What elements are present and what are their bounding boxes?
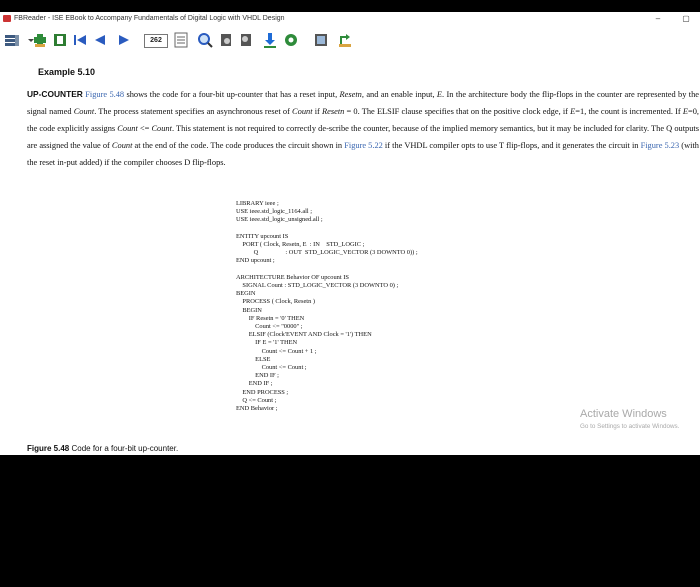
text-run: = 0. The ELSIF clause specifies that on …: [344, 107, 571, 116]
restore-button[interactable]: ▢: [680, 12, 692, 26]
paragraph-lead: UP-COUNTER: [27, 89, 83, 99]
caption-label: Figure 5.48: [27, 444, 70, 453]
app-window: FBReader - ISE EBook to Accompany Fundam…: [0, 12, 700, 455]
text-run: . The process statement specifies an asy…: [94, 107, 293, 116]
example-heading: Example 5.10: [38, 67, 96, 77]
back-icon[interactable]: [92, 32, 108, 48]
text-run: , and an enable input,: [361, 90, 437, 99]
italic-term: Count: [73, 107, 95, 116]
library-icon[interactable]: [4, 32, 20, 48]
find-previous-icon[interactable]: [238, 32, 254, 48]
text-run: at the end of the code. The code produce…: [132, 141, 345, 150]
italic-term: Count: [117, 124, 138, 133]
caption-text: Code for a four-bit up-counter.: [69, 444, 179, 453]
text-run: =1, the count is incremented. If: [575, 107, 683, 116]
watermark-title: Activate Windows: [580, 408, 667, 420]
figure-link[interactable]: Figure 5.22: [344, 141, 383, 150]
text-run: shows the code for a four-bit up-counter…: [124, 90, 340, 99]
figure-caption: Figure 5.48 Code for a four-bit up-count…: [27, 444, 178, 453]
add-book-icon[interactable]: [32, 32, 48, 48]
italic-term: Count: [111, 141, 133, 150]
document-view: Example 5.10 UP-COUNTER Figure 5.48 show…: [0, 52, 700, 455]
italic-term: Count: [151, 124, 172, 133]
figure-link[interactable]: Figure 5.23: [641, 141, 680, 150]
vhdl-code-listing: LIBRARY ieee ; USE ieee.std_logic_1164.a…: [236, 200, 418, 413]
body-paragraph: UP-COUNTER Figure 5.48 shows the code fo…: [27, 86, 699, 171]
title-bar: FBReader - ISE EBook to Accompany Fundam…: [0, 12, 700, 26]
search-icon[interactable]: [197, 32, 213, 48]
page-number-field[interactable]: 262: [144, 34, 168, 48]
minimize-button[interactable]: –: [652, 12, 664, 26]
window-title: FBReader - ISE EBook to Accompany Fundam…: [14, 15, 285, 22]
book-info-icon[interactable]: [52, 32, 68, 48]
toolbar: 262: [0, 28, 700, 52]
rotate-icon[interactable]: [337, 32, 353, 48]
download-icon[interactable]: [262, 32, 278, 48]
find-next-icon[interactable]: [218, 32, 234, 48]
figure-link[interactable]: Figure 5.48: [85, 90, 124, 99]
watermark-subtitle: Go to Settings to activate Windows.: [580, 423, 680, 430]
go-start-icon[interactable]: [72, 32, 88, 48]
italic-term: Resetn: [339, 90, 362, 99]
forward-icon[interactable]: [116, 32, 132, 48]
settings-icon[interactable]: [283, 32, 299, 48]
app-icon: [3, 15, 11, 22]
italic-term: Resetn: [322, 107, 345, 116]
text-run: if: [312, 107, 323, 116]
italic-term: Count: [292, 107, 313, 116]
text-run: if the VHDL compiler opts to use T flip-…: [382, 141, 641, 150]
toc-icon[interactable]: [173, 32, 189, 48]
text-run: <=: [137, 124, 152, 133]
activate-windows-watermark: Activate Windows Go to Settings to activ…: [580, 408, 679, 430]
network-icon[interactable]: [313, 32, 329, 48]
